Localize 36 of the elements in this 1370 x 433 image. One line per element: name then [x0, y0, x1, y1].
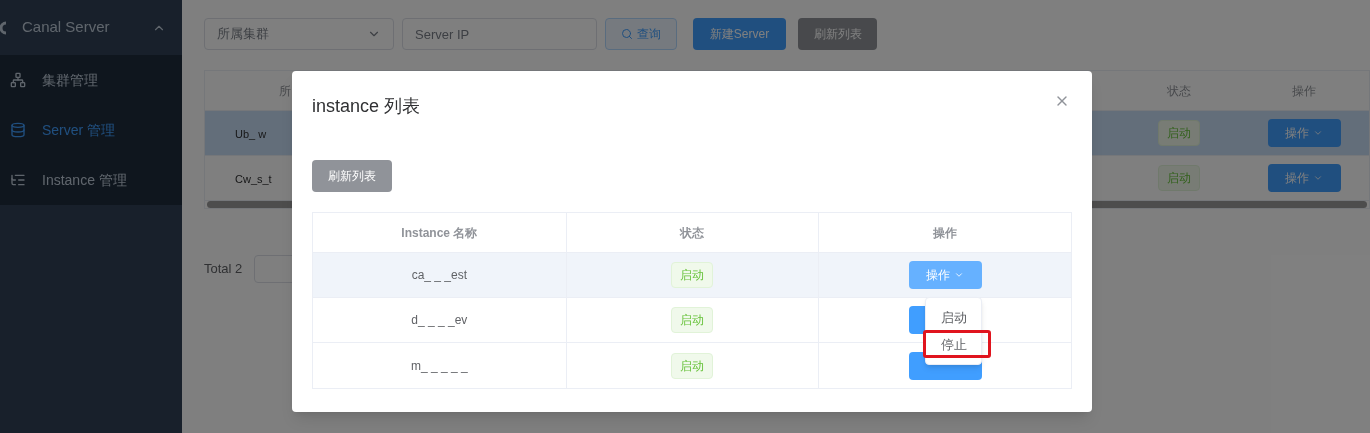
action-button[interactable]: 操作	[908, 261, 982, 289]
total-count: Total 2	[204, 260, 243, 279]
search-button[interactable]: 查询	[605, 18, 677, 50]
chevron-down-icon	[954, 270, 965, 280]
status-tag: 启动	[671, 262, 714, 288]
new-server-button[interactable]: 新建Server	[693, 18, 786, 50]
menu-item[interactable]: 启动	[926, 304, 981, 331]
database-icon	[10, 122, 26, 138]
column-header: Instance 名称	[401, 224, 478, 242]
chevron-down-icon	[1313, 128, 1323, 138]
app-title: Canal Server	[22, 17, 110, 38]
sidebar-item[interactable]: Server 管理	[0, 105, 182, 155]
status-tag: 启动	[1158, 120, 1200, 146]
refresh-button[interactable]: 刷新列表	[312, 160, 392, 192]
status-tag: 启动	[671, 307, 714, 333]
table-cell-text: d_ _ _ _ev	[411, 312, 468, 329]
sidebar-header[interactable]: Canal Server	[0, 0, 182, 55]
chevron-down-icon	[1313, 173, 1323, 183]
status-tag: 启动	[1158, 165, 1200, 191]
table-cell: Cw_s_t	[235, 173, 272, 185]
search-icon	[621, 28, 633, 40]
action-button[interactable]: 操作	[1267, 164, 1341, 192]
list-icon	[10, 172, 26, 188]
sidebar-item[interactable]: 集群管理	[0, 55, 182, 105]
server-ip-field[interactable]: Server IP	[402, 18, 597, 50]
dialog-title: instance 列表	[312, 95, 421, 118]
action-button[interactable]: 操作	[1267, 119, 1341, 147]
sitemap-icon	[10, 72, 26, 88]
column-header: 状态	[680, 224, 705, 242]
column-header: 操作	[933, 224, 958, 242]
table-cell: Ub_ w	[235, 128, 267, 140]
table-cell-text: ca_ _ _est	[411, 267, 467, 284]
cluster-select[interactable]: 所属集群	[204, 18, 394, 50]
status-tag: 启动	[671, 352, 714, 379]
sidebar-item[interactable]: Instance 管理	[0, 155, 182, 205]
table-cell-text: m_ _ _ _ _	[410, 357, 468, 375]
